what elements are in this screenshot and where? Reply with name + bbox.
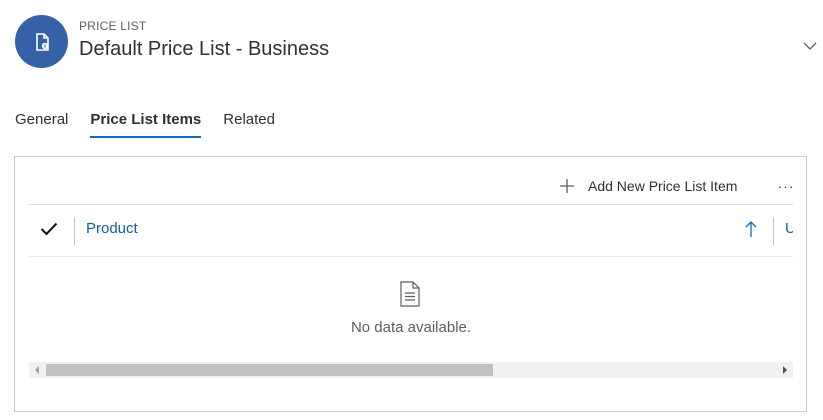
document-icon	[400, 281, 420, 307]
scroll-right-button[interactable]	[777, 362, 793, 378]
add-button-label: Add New Price List Item	[588, 178, 738, 194]
entity-avatar	[15, 15, 68, 68]
record-title: Default Price List - Business	[79, 38, 330, 60]
checkmark-icon	[40, 222, 58, 236]
scrollbar-thumb[interactable]	[46, 364, 493, 376]
column-header-product[interactable]: Product	[86, 220, 138, 237]
entity-type-label: PRICE LIST	[79, 19, 147, 33]
caret-left-icon	[35, 366, 39, 374]
sort-ascending-icon[interactable]	[742, 217, 760, 241]
plus-icon	[557, 176, 577, 196]
header-expand-button[interactable]	[800, 36, 820, 56]
scroll-left-button[interactable]	[29, 362, 45, 378]
tab-related[interactable]: Related	[223, 108, 275, 138]
column-divider[interactable]	[773, 217, 774, 245]
more-commands-button[interactable]: ···	[775, 174, 797, 198]
empty-state: No data available.	[29, 257, 793, 357]
price-list-items-subgrid: Add New Price List Item ··· Product U No…	[14, 156, 807, 412]
record-header: PRICE LIST Default Price List - Business	[0, 0, 823, 90]
column-header-next[interactable]: U	[785, 220, 793, 237]
column-header-row: Product U	[29, 205, 793, 257]
form-tabs: General Price List Items Related	[15, 108, 297, 138]
empty-message: No data available.	[350, 319, 472, 336]
horizontal-scrollbar[interactable]	[29, 362, 793, 378]
tab-price-list-items[interactable]: Price List Items	[90, 108, 201, 138]
more-icon: ···	[777, 178, 795, 194]
caret-right-icon	[783, 366, 787, 374]
price-list-document-icon	[35, 32, 49, 51]
column-divider	[74, 217, 75, 245]
tab-general[interactable]: General	[15, 108, 68, 138]
subgrid-command-bar: Add New Price List Item ···	[29, 171, 794, 205]
add-new-price-list-item-button[interactable]: Add New Price List Item	[557, 173, 737, 199]
chevron-down-icon	[803, 42, 817, 50]
select-all-checkmark[interactable]	[37, 217, 61, 241]
